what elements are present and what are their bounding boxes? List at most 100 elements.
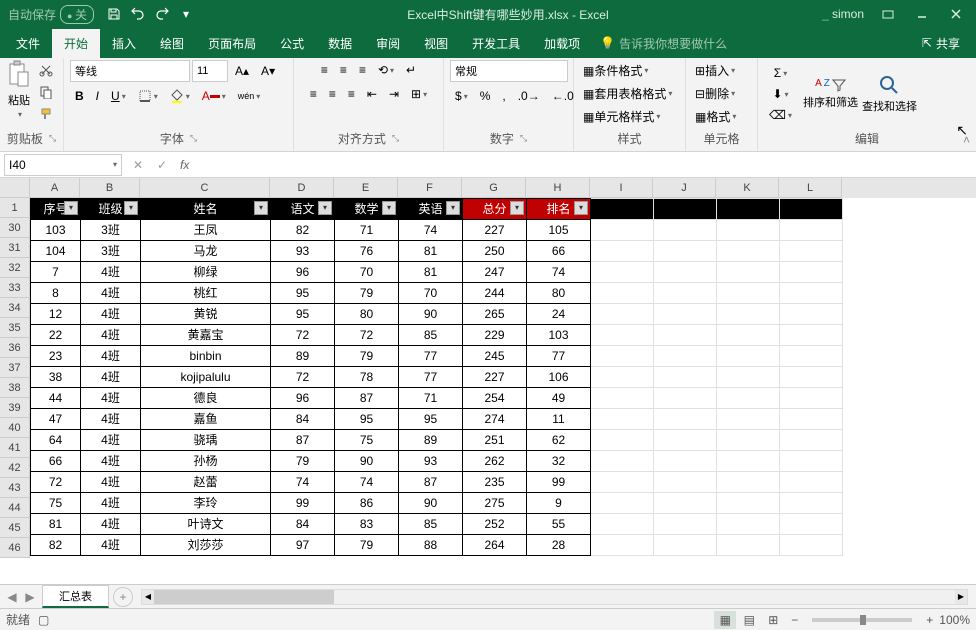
paste-button[interactable]: 粘贴 ▾: [6, 60, 32, 119]
name-box-dropdown-icon[interactable]: ▾: [113, 160, 117, 169]
row-header[interactable]: 1: [0, 198, 29, 218]
cell[interactable]: 105: [527, 220, 591, 241]
add-sheet-icon[interactable]: +: [113, 587, 133, 607]
cell[interactable]: 77: [527, 346, 591, 367]
tab-review[interactable]: 审阅: [364, 29, 412, 58]
filter-icon[interactable]: ▾: [124, 201, 138, 215]
filter-icon[interactable]: ▾: [382, 201, 396, 215]
zoom-thumb[interactable]: [860, 615, 866, 625]
formula-input[interactable]: [195, 154, 976, 176]
percent-format-icon[interactable]: %: [475, 86, 496, 106]
number-format-select[interactable]: [450, 60, 568, 82]
cell[interactable]: 66: [527, 241, 591, 262]
cell[interactable]: 90: [399, 493, 463, 514]
cell[interactable]: 95: [399, 409, 463, 430]
username[interactable]: _ simon: [822, 7, 864, 21]
filter-icon[interactable]: ▾: [446, 201, 460, 215]
cell[interactable]: 85: [399, 325, 463, 346]
tab-view[interactable]: 视图: [412, 29, 460, 58]
cell[interactable]: [780, 199, 843, 220]
comma-format-icon[interactable]: ,: [497, 86, 510, 106]
row-header[interactable]: 34: [0, 298, 29, 318]
tab-home[interactable]: 开始: [52, 29, 100, 58]
increase-font-icon[interactable]: A▴: [230, 61, 254, 81]
redo-icon[interactable]: [154, 6, 170, 22]
italic-button[interactable]: I: [91, 86, 104, 106]
fill-icon[interactable]: ⬇▾: [764, 84, 797, 104]
cell[interactable]: 75: [335, 430, 399, 451]
column-header[interactable]: K: [716, 178, 779, 198]
cell[interactable]: 4班: [81, 346, 141, 367]
cell[interactable]: 95: [335, 409, 399, 430]
cell[interactable]: [654, 262, 717, 283]
cell[interactable]: [780, 514, 843, 535]
clipboard-launcher[interactable]: ⤡: [49, 133, 56, 144]
ribbon-display-icon[interactable]: [872, 0, 904, 28]
tab-page-layout[interactable]: 页面布局: [196, 29, 268, 58]
cell[interactable]: 李玲: [141, 493, 271, 514]
cell[interactable]: 79: [335, 535, 399, 556]
accounting-format-icon[interactable]: $▾: [450, 86, 473, 106]
cell[interactable]: 4班: [81, 430, 141, 451]
cell[interactable]: 嘉鱼: [141, 409, 271, 430]
cell[interactable]: 4班: [81, 514, 141, 535]
cell[interactable]: 黄嘉宝: [141, 325, 271, 346]
cell[interactable]: 55: [527, 514, 591, 535]
cell[interactable]: 72: [335, 325, 399, 346]
increase-indent-icon[interactable]: ⇥: [384, 84, 404, 104]
cell[interactable]: 72: [31, 472, 81, 493]
horizontal-scrollbar[interactable]: ◀ ▶: [141, 589, 968, 605]
cell[interactable]: 74: [335, 472, 399, 493]
cell[interactable]: 84: [271, 514, 335, 535]
cell[interactable]: [780, 367, 843, 388]
cell[interactable]: [717, 514, 780, 535]
cell[interactable]: 王凤: [141, 220, 271, 241]
cell[interactable]: 75: [31, 493, 81, 514]
cell[interactable]: [654, 430, 717, 451]
sheet-nav-prev-icon[interactable]: ◀: [4, 589, 20, 605]
cell[interactable]: [654, 220, 717, 241]
table-header-cell[interactable]: 语文▾: [271, 199, 335, 220]
cell[interactable]: [654, 346, 717, 367]
cell[interactable]: 250: [463, 241, 527, 262]
cell[interactable]: 4班: [81, 472, 141, 493]
font-size-select[interactable]: [192, 60, 228, 82]
row-header[interactable]: 36: [0, 338, 29, 358]
cell[interactable]: 24: [527, 304, 591, 325]
cell[interactable]: 叶诗文: [141, 514, 271, 535]
cell[interactable]: 85: [399, 514, 463, 535]
alignment-launcher[interactable]: ⤡: [392, 133, 399, 144]
cell[interactable]: 244: [463, 283, 527, 304]
decrease-font-icon[interactable]: A▾: [256, 61, 280, 81]
cell[interactable]: 3班: [81, 220, 141, 241]
cut-icon[interactable]: [34, 60, 58, 80]
cell[interactable]: 孙杨: [141, 451, 271, 472]
conditional-format-button[interactable]: ▦ 条件格式▾: [580, 60, 651, 81]
cell[interactable]: 99: [271, 493, 335, 514]
table-header-cell[interactable]: 班级▾: [81, 199, 141, 220]
cell[interactable]: [591, 514, 654, 535]
filter-icon[interactable]: ▾: [254, 201, 268, 215]
row-header[interactable]: 33: [0, 278, 29, 298]
cell-styles-button[interactable]: ▦ 单元格样式▾: [580, 106, 663, 127]
cell[interactable]: 4班: [81, 262, 141, 283]
cell[interactable]: 桃红: [141, 283, 271, 304]
cell[interactable]: 106: [527, 367, 591, 388]
column-header[interactable]: J: [653, 178, 716, 198]
cell[interactable]: 3班: [81, 241, 141, 262]
cell[interactable]: 81: [31, 514, 81, 535]
cell[interactable]: 83: [335, 514, 399, 535]
cell[interactable]: 74: [271, 472, 335, 493]
row-header[interactable]: 43: [0, 478, 29, 498]
decrease-indent-icon[interactable]: ⇤: [362, 84, 382, 104]
cell[interactable]: [591, 325, 654, 346]
cell[interactable]: 262: [463, 451, 527, 472]
cell[interactable]: [780, 409, 843, 430]
find-select-button[interactable]: 查找和选择: [862, 74, 917, 114]
cell[interactable]: [591, 472, 654, 493]
cell[interactable]: 79: [335, 283, 399, 304]
cell[interactable]: [717, 241, 780, 262]
insert-cells-button[interactable]: ⊞ 插入▾: [692, 60, 738, 81]
align-right-icon[interactable]: ≡: [343, 84, 360, 104]
table-header-cell[interactable]: 总分▾: [463, 199, 527, 220]
